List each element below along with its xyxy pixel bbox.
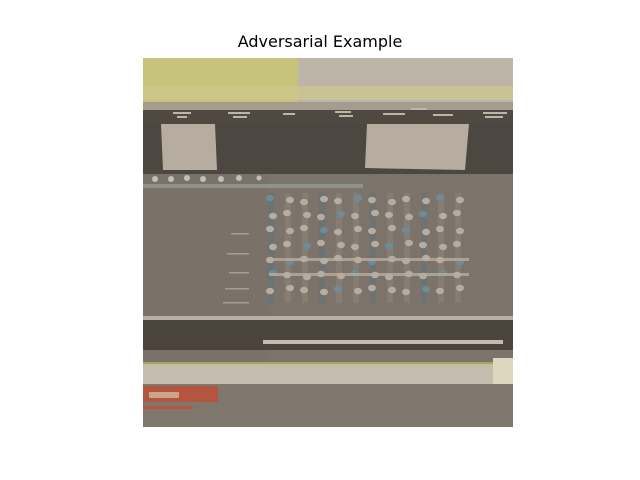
console-knob: [266, 194, 274, 202]
console-knob: [368, 196, 376, 204]
console-knob: [303, 211, 311, 219]
console-knob: [385, 211, 393, 219]
console-knob: [337, 210, 345, 218]
console-knob: [334, 228, 342, 236]
console-knob: [456, 227, 464, 235]
console-knob: [266, 287, 274, 295]
console-knob: [286, 284, 294, 292]
console-label-strip: [143, 110, 513, 124]
console-knob: [405, 213, 413, 221]
console-knob: [354, 287, 362, 295]
console-knob: [337, 241, 345, 249]
meter-window-left: [161, 124, 217, 170]
console-knob: [436, 225, 444, 233]
console-knob: [320, 195, 328, 203]
console-knob: [320, 226, 328, 234]
console-knob: [388, 224, 396, 232]
console-front-light: [263, 340, 503, 344]
console-knob: [436, 287, 444, 295]
red-accent-line: [143, 406, 193, 409]
console-knob: [317, 239, 325, 247]
console-lower-edge: [143, 316, 513, 320]
console-knob: [269, 243, 277, 251]
console-knob: [371, 240, 379, 248]
console-knob: [419, 210, 427, 218]
console-knob: [351, 212, 359, 220]
console-knob: [456, 284, 464, 292]
console-knob: [368, 284, 376, 292]
console-knob: [405, 239, 413, 247]
console-knob: [317, 213, 325, 221]
console-knob: [385, 242, 393, 250]
console-knob: [402, 226, 410, 234]
console-knob: [320, 288, 328, 296]
console-knob: [456, 196, 464, 204]
red-accent-inner: [149, 392, 179, 398]
console-knob: [422, 197, 430, 205]
console-top-edge: [143, 102, 513, 110]
console-knob: [300, 286, 308, 294]
console-knob: [354, 194, 362, 202]
console-knob: [303, 242, 311, 250]
console-knob: [283, 209, 291, 217]
console-knob: [388, 286, 396, 294]
knob-row-bar: [269, 258, 469, 261]
figure-title: Adversarial Example: [237, 32, 403, 51]
console-knob: [402, 288, 410, 296]
top-highlight: [143, 184, 363, 188]
console-knob: [351, 243, 359, 251]
console-knob: [402, 195, 410, 203]
adversarial-image: [143, 58, 513, 427]
console-knob: [266, 225, 274, 233]
console-knob: [453, 240, 461, 248]
wall-yellow-band: [143, 86, 513, 100]
console-knob: [368, 227, 376, 235]
console-knob: [422, 228, 430, 236]
console-knob: [300, 224, 308, 232]
mixing-console-photo: [143, 58, 513, 427]
console-knob: [354, 225, 362, 233]
console-knob: [439, 243, 447, 251]
channel-strip: [319, 193, 325, 303]
console-lower-dark: [143, 320, 513, 350]
console-knob: [286, 227, 294, 235]
console-knob: [286, 196, 294, 204]
console-knob: [453, 209, 461, 217]
console-knob: [371, 209, 379, 217]
desk-edge-yellow: [143, 362, 513, 366]
console-knob: [269, 212, 277, 220]
desk-edge-light: [493, 358, 513, 384]
console-knob: [422, 285, 430, 293]
desk-edge: [143, 364, 513, 384]
console-knob: [300, 198, 308, 206]
console-knob: [388, 198, 396, 206]
console-knob: [419, 241, 427, 249]
meter-window-right: [365, 124, 469, 170]
console-knob: [436, 194, 444, 202]
console-knob: [334, 197, 342, 205]
console-knob: [334, 285, 342, 293]
knob-row-bar: [269, 273, 469, 276]
console-knob: [283, 240, 291, 248]
channel-strip: [404, 193, 410, 303]
console-knob: [439, 212, 447, 220]
